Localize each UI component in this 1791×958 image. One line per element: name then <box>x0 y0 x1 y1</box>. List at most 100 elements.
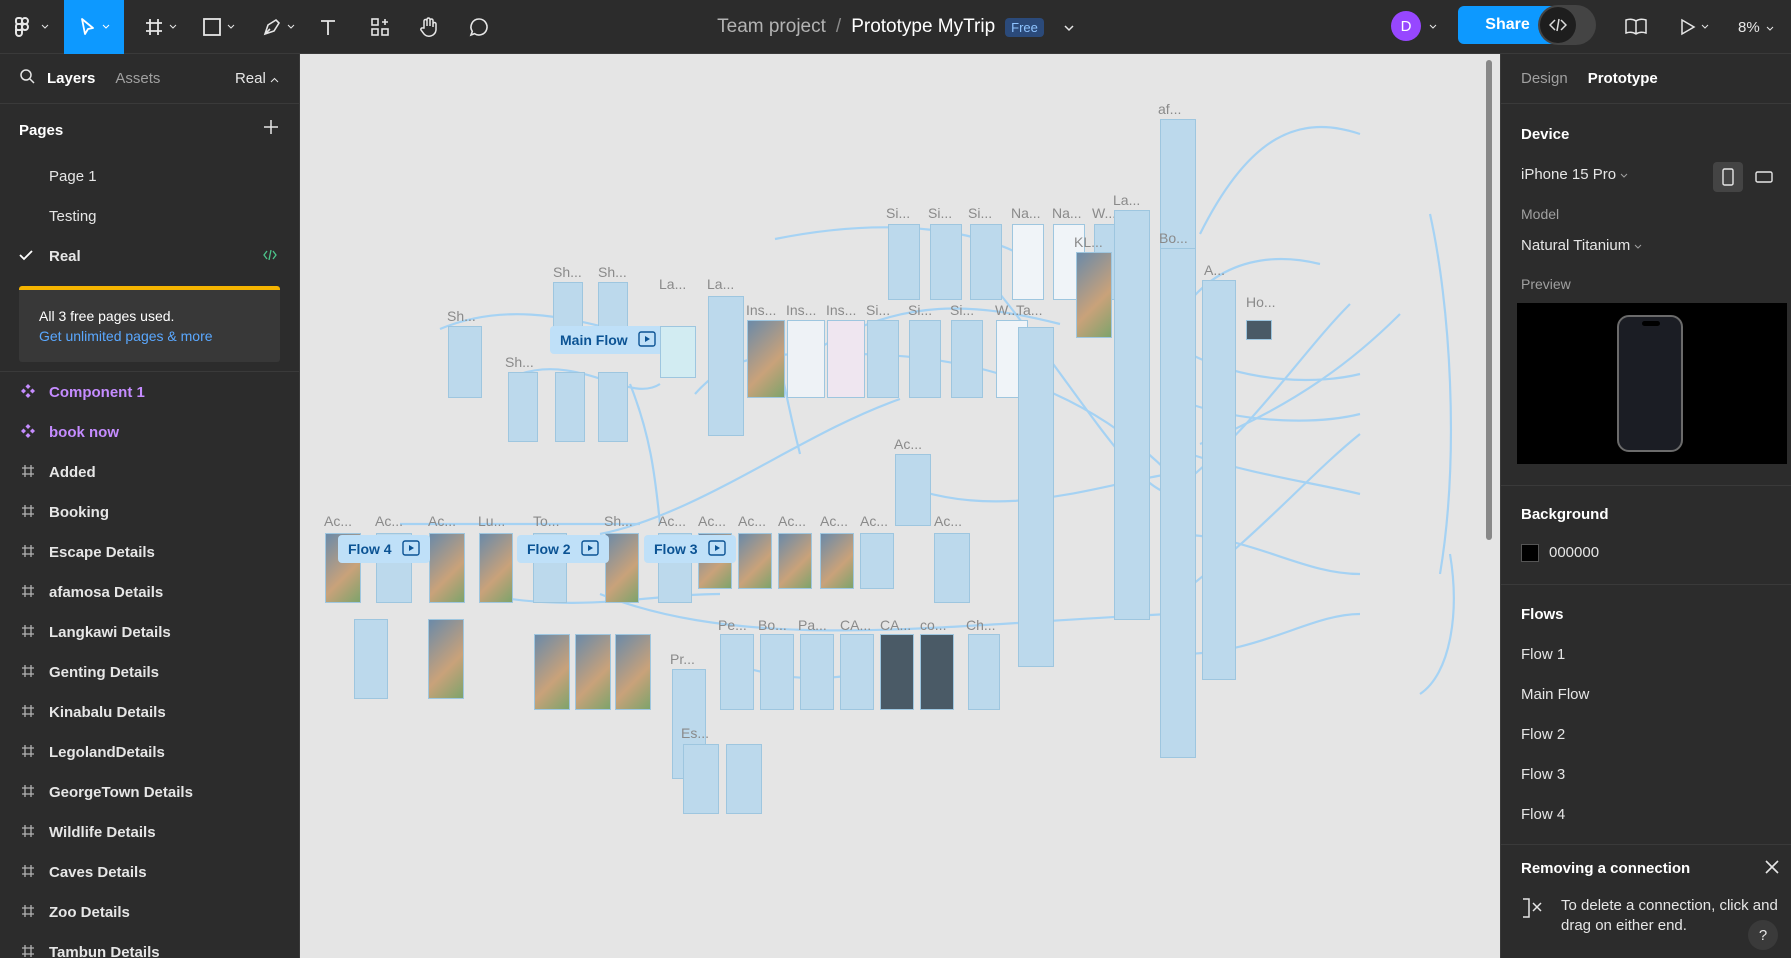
frame-thumbnail[interactable] <box>1246 320 1272 340</box>
frame-thumbnail[interactable] <box>1018 327 1054 667</box>
layer-item[interactable]: Tambun Details <box>0 932 299 958</box>
page-switcher[interactable]: Real <box>235 70 279 87</box>
frame-thumbnail[interactable] <box>354 619 388 699</box>
layer-item[interactable]: Component 1 <box>0 372 299 412</box>
frame-thumbnail[interactable] <box>787 320 825 398</box>
text-tool-button[interactable] <box>316 0 340 54</box>
flow-tag-flow-3[interactable]: Flow 3 <box>644 535 736 563</box>
layer-item[interactable]: book now <box>0 412 299 452</box>
frame-thumbnail[interactable] <box>820 533 854 589</box>
frame-thumbnail[interactable] <box>738 533 772 589</box>
frame-thumbnail[interactable] <box>840 634 874 710</box>
frame-thumbnail[interactable] <box>860 533 894 589</box>
frame-thumbnail[interactable] <box>888 224 920 300</box>
frame-thumbnail[interactable] <box>720 634 754 710</box>
frame-thumbnail[interactable] <box>895 454 931 526</box>
frame-thumbnail[interactable] <box>575 634 611 710</box>
add-page-icon[interactable] <box>263 119 279 139</box>
main-menu-button[interactable] <box>10 0 50 54</box>
color-swatch[interactable] <box>1521 544 1539 563</box>
help-button[interactable]: ? <box>1748 920 1778 950</box>
flow-tag-flow-4[interactable]: Flow 4 <box>338 535 430 563</box>
layer-item[interactable]: Genting Details <box>0 652 299 692</box>
tab-layers[interactable]: Layers <box>47 70 95 87</box>
play-flow-icon[interactable] <box>637 330 656 350</box>
layer-item[interactable]: GeorgeTown Details <box>0 772 299 812</box>
frame-thumbnail[interactable] <box>726 744 762 814</box>
library-button[interactable] <box>1622 0 1650 54</box>
frame-thumbnail[interactable] <box>747 320 785 398</box>
flow-item[interactable]: Flow 3 <box>1501 754 1791 794</box>
file-name[interactable]: Prototype MyTrip <box>851 16 995 38</box>
flow-item[interactable]: Flow 2 <box>1501 714 1791 754</box>
tab-design[interactable]: Design <box>1521 70 1568 87</box>
shape-tool-button[interactable] <box>196 0 240 54</box>
frame-thumbnail[interactable] <box>880 634 914 710</box>
canvas-scrollbar[interactable] <box>1486 60 1492 540</box>
frame-thumbnail[interactable] <box>683 744 719 814</box>
page-item-real[interactable]: Real <box>0 236 299 276</box>
frame-thumbnail[interactable] <box>1160 248 1196 758</box>
landscape-icon[interactable] <box>1749 162 1779 192</box>
tab-assets[interactable]: Assets <box>115 70 160 87</box>
frame-thumbnail[interactable] <box>909 320 941 398</box>
present-button[interactable] <box>1676 0 1712 54</box>
frame-thumbnail[interactable] <box>508 372 538 442</box>
frame-thumbnail[interactable] <box>448 326 482 398</box>
frame-thumbnail[interactable] <box>1012 224 1044 300</box>
page-item-testing[interactable]: Testing <box>0 196 299 236</box>
frame-thumbnail[interactable] <box>605 533 639 603</box>
layer-item[interactable]: Booking <box>0 492 299 532</box>
comment-tool-button[interactable] <box>466 0 492 54</box>
layer-item[interactable]: Caves Details <box>0 852 299 892</box>
layer-item[interactable]: LegolandDetails <box>0 732 299 772</box>
frame-tool-button[interactable] <box>138 0 182 54</box>
frame-thumbnail[interactable] <box>479 533 513 603</box>
flow-item[interactable]: Flow 1 <box>1501 634 1791 674</box>
layer-item[interactable]: afamosa Details <box>0 572 299 612</box>
frame-thumbnail[interactable] <box>920 634 954 710</box>
layer-item[interactable]: Kinabalu Details <box>0 692 299 732</box>
layer-item[interactable]: Added <box>0 452 299 492</box>
play-flow-icon[interactable] <box>580 539 599 559</box>
frame-thumbnail[interactable] <box>708 296 744 436</box>
flow-tag-flow-2[interactable]: Flow 2 <box>517 535 609 563</box>
flow-item[interactable]: Flow 4 <box>1501 794 1791 834</box>
avatar[interactable]: D <box>1391 11 1421 41</box>
frame-thumbnail[interactable] <box>429 533 465 603</box>
layer-item[interactable]: Wildlife Details <box>0 812 299 852</box>
move-tool-button[interactable] <box>64 0 124 54</box>
close-icon[interactable] <box>1764 859 1780 880</box>
background-color-field[interactable]: 000000 <box>1521 544 1599 563</box>
frame-thumbnail[interactable] <box>1076 252 1112 338</box>
resources-button[interactable] <box>368 0 392 54</box>
frame-thumbnail[interactable] <box>867 320 899 398</box>
frame-thumbnail[interactable] <box>800 634 834 710</box>
upsell-link[interactable]: Get unlimited pages & more <box>39 326 260 346</box>
frame-thumbnail[interactable] <box>1202 280 1236 680</box>
pen-tool-button[interactable] <box>256 0 300 54</box>
frame-thumbnail[interactable] <box>555 372 585 442</box>
frame-thumbnail[interactable] <box>778 533 812 589</box>
layer-item[interactable]: Escape Details <box>0 532 299 572</box>
portrait-icon[interactable] <box>1713 162 1743 192</box>
layer-item[interactable]: Zoo Details <box>0 892 299 932</box>
page-item-page-1[interactable]: Page 1 <box>0 156 299 196</box>
zoom-menu[interactable]: 8% <box>1738 0 1774 54</box>
frame-thumbnail[interactable] <box>428 619 464 699</box>
frame-thumbnail[interactable] <box>951 320 983 398</box>
search-icon[interactable] <box>20 69 35 88</box>
canvas[interactable]: Sh... Sh... Sh... Sh... Main Flow La... … <box>300 54 1500 958</box>
frame-thumbnail[interactable] <box>934 533 970 603</box>
model-select[interactable]: Natural Titanium <box>1521 237 1642 254</box>
frame-thumbnail[interactable] <box>598 372 628 442</box>
frame-thumbnail[interactable] <box>534 634 570 710</box>
tab-prototype[interactable]: Prototype <box>1588 70 1658 87</box>
chevron-down-icon[interactable] <box>1064 16 1074 38</box>
device-select[interactable]: iPhone 15 Pro <box>1521 166 1628 183</box>
layer-item[interactable]: Langkawi Details <box>0 612 299 652</box>
frame-thumbnail[interactable] <box>615 634 651 710</box>
frame-thumbnail[interactable] <box>660 326 696 378</box>
frame-thumbnail[interactable] <box>1114 210 1150 620</box>
play-flow-icon[interactable] <box>707 539 726 559</box>
